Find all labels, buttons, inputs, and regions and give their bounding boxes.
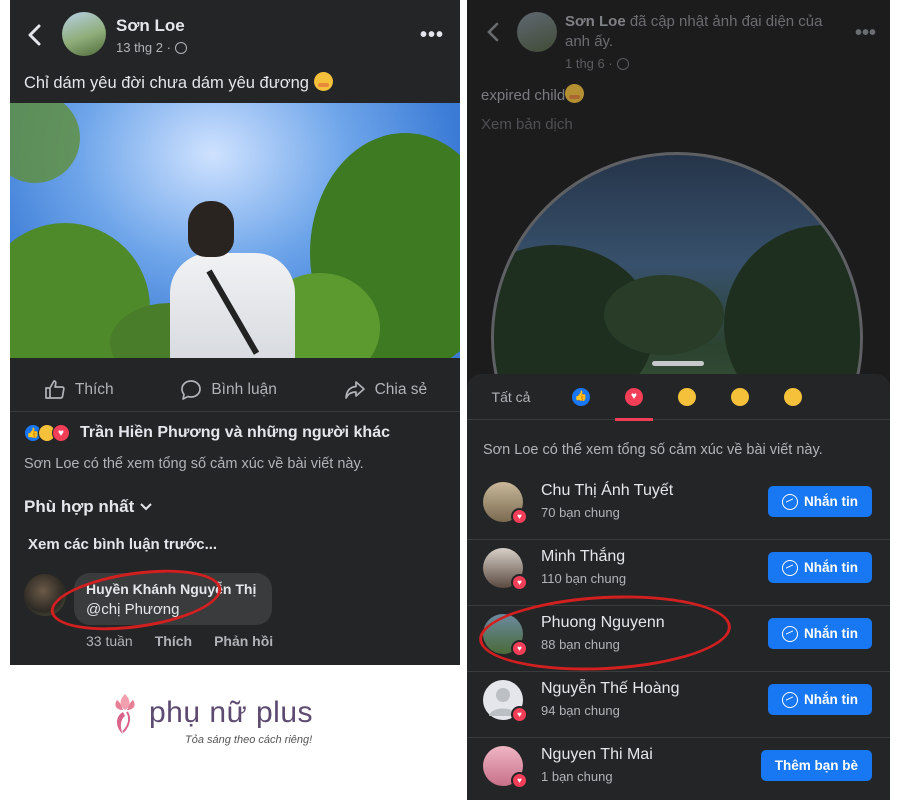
brand-name: phụ nữ plus [149, 696, 314, 729]
wow-icon [784, 387, 802, 406]
reactions-text: Trần Hiền Phương và những người khác [80, 424, 390, 441]
message-button[interactable]: Nhắn tin [768, 618, 872, 649]
share-label: Chia sẻ [374, 380, 428, 398]
caption-text: expired child [481, 87, 566, 104]
post-meta: 13 thg 2 · [116, 40, 187, 55]
tab-haha[interactable] [661, 374, 713, 420]
messenger-icon [782, 625, 798, 642]
comment-label: Bình luận [211, 380, 277, 398]
tab-care[interactable] [713, 374, 767, 420]
post-photo[interactable] [10, 103, 460, 358]
brand-tagline: Tỏa sáng theo cách riêng! [185, 734, 313, 746]
reaction-tabs: Tất cả 👍 ♥ [467, 374, 890, 421]
mutual-friends: 70 bạn chung [541, 505, 620, 520]
comment-button[interactable]: Bình luận [179, 378, 277, 402]
see-translation-link[interactable]: Xem bản dịch [481, 116, 573, 133]
list-item[interactable]: ♥ Nguyễn Thế Hoàng 94 bạn chung Nhắn tin [467, 672, 890, 738]
mutual-friends: 94 bạn chung [541, 703, 620, 718]
reactions-sheet: Tất cả 👍 ♥ Sơn Loe có thể xem tổng số cả… [467, 374, 890, 800]
back-arrow-icon[interactable] [24, 22, 46, 48]
post-headline: Sơn Loe đã cập nhật ảnh đại diện của anh… [565, 12, 845, 52]
tab-like[interactable]: 👍 [555, 374, 607, 420]
care-icon [731, 387, 749, 406]
love-icon: ♥ [625, 387, 643, 406]
emoji-icon [313, 72, 333, 91]
back-arrow-icon[interactable] [483, 20, 503, 44]
messenger-icon [782, 493, 798, 510]
right-reactions-screen: Sơn Loe đã cập nhật ảnh đại diện của anh… [467, 0, 890, 800]
annotation-circle [46, 560, 226, 640]
love-badge-icon: ♥ [511, 574, 528, 591]
more-options-icon[interactable]: ••• [420, 24, 444, 47]
post-meta: 1 thg 6 · [565, 56, 629, 71]
add-friend-button[interactable]: Thêm bạn bè [760, 750, 872, 781]
brand-logo: phụ nữ plus Tỏa sáng theo cách riêng! [105, 688, 335, 758]
reaction-privacy-note: Sơn Loe có thể xem tổng số cảm xúc về bà… [483, 442, 823, 458]
left-post-screen: Sơn Loe 13 thg 2 · ••• Chỉ dám yêu đời c… [10, 0, 460, 665]
like-button[interactable]: Thích [43, 378, 114, 402]
like-icon: 👍 [572, 387, 590, 406]
chevron-down-icon [140, 503, 153, 511]
person-name[interactable]: Chu Thị Ánh Tuyết [541, 482, 673, 500]
person-name[interactable]: Nguyễn Thế Hoàng [541, 680, 679, 698]
view-previous-comments-link[interactable]: Xem các bình luận trước... [28, 536, 217, 553]
tab-love[interactable]: ♥ [607, 374, 661, 421]
tab-wow[interactable] [767, 374, 819, 420]
message-button[interactable]: Nhắn tin [768, 684, 872, 715]
love-badge-icon: ♥ [511, 772, 528, 789]
mutual-friends: 1 bạn chung [541, 769, 613, 784]
haha-icon [678, 387, 696, 406]
author-name[interactable]: Sơn Loe [116, 16, 185, 36]
globe-icon [616, 57, 629, 70]
thumb-up-icon [45, 379, 65, 399]
list-item[interactable]: ♥ Chu Thị Ánh Tuyết 70 bạn chung Nhắn ti… [467, 474, 890, 540]
sort-label: Phù hợp nhất [24, 497, 135, 516]
brand-mark-icon [115, 694, 135, 734]
message-button[interactable]: Nhắn tin [768, 486, 872, 517]
comment-sort-dropdown[interactable]: Phù hợp nhất [24, 497, 153, 517]
messenger-icon [782, 559, 798, 576]
post-date: 13 thg 2 · [116, 40, 171, 55]
share-icon [344, 380, 365, 399]
comment-reply-link[interactable]: Phản hồi [214, 633, 273, 649]
caption-text: Chỉ dám yêu đời chưa dám yêu đương [24, 74, 309, 92]
more-options-icon[interactable]: ••• [855, 22, 876, 45]
tab-all[interactable]: Tất cả [467, 374, 555, 420]
reaction-summary[interactable]: 👍 ♥ Trần Hiền Phương và những người khác [24, 424, 390, 442]
author-name[interactable]: Sơn Loe [565, 13, 626, 30]
comment-like-link[interactable]: Thích [155, 633, 192, 649]
post-caption: expired child [481, 84, 585, 104]
person-name[interactable]: Minh Thắng [541, 548, 625, 566]
post-action-bar: Thích Bình luận Chia sẻ [10, 368, 460, 412]
globe-icon [174, 41, 187, 54]
post-date: 1 thg 6 · [565, 56, 613, 71]
share-button[interactable]: Chia sẻ [343, 378, 428, 402]
love-reaction-icon: ♥ [52, 424, 70, 442]
emoji-icon [565, 84, 585, 103]
mutual-friends: 110 bạn chung [541, 571, 627, 586]
message-button[interactable]: Nhắn tin [768, 552, 872, 583]
reaction-privacy-note: Sơn Loe có thể xem tổng số cảm xúc về bà… [24, 456, 364, 472]
comment-icon [181, 379, 202, 400]
list-item[interactable]: ♥ Minh Thắng 110 bạn chung Nhắn tin [467, 540, 890, 606]
author-avatar[interactable] [62, 12, 106, 56]
author-avatar[interactable] [517, 12, 557, 52]
love-badge-icon: ♥ [511, 706, 528, 723]
list-item[interactable]: ♥ Nguyen Thi Mai 1 bạn chung Thêm bạn bè [467, 738, 890, 800]
post-caption: Chỉ dám yêu đời chưa dám yêu đương [24, 72, 333, 93]
sheet-drag-handle[interactable] [652, 361, 704, 366]
like-label: Thích [74, 380, 114, 398]
person-name[interactable]: Nguyen Thi Mai [541, 746, 653, 764]
love-badge-icon: ♥ [511, 508, 528, 525]
messenger-icon [782, 691, 798, 708]
comment-meta: 33 tuần Thích Phản hồi [86, 633, 273, 649]
comment-time: 33 tuần [86, 633, 133, 649]
